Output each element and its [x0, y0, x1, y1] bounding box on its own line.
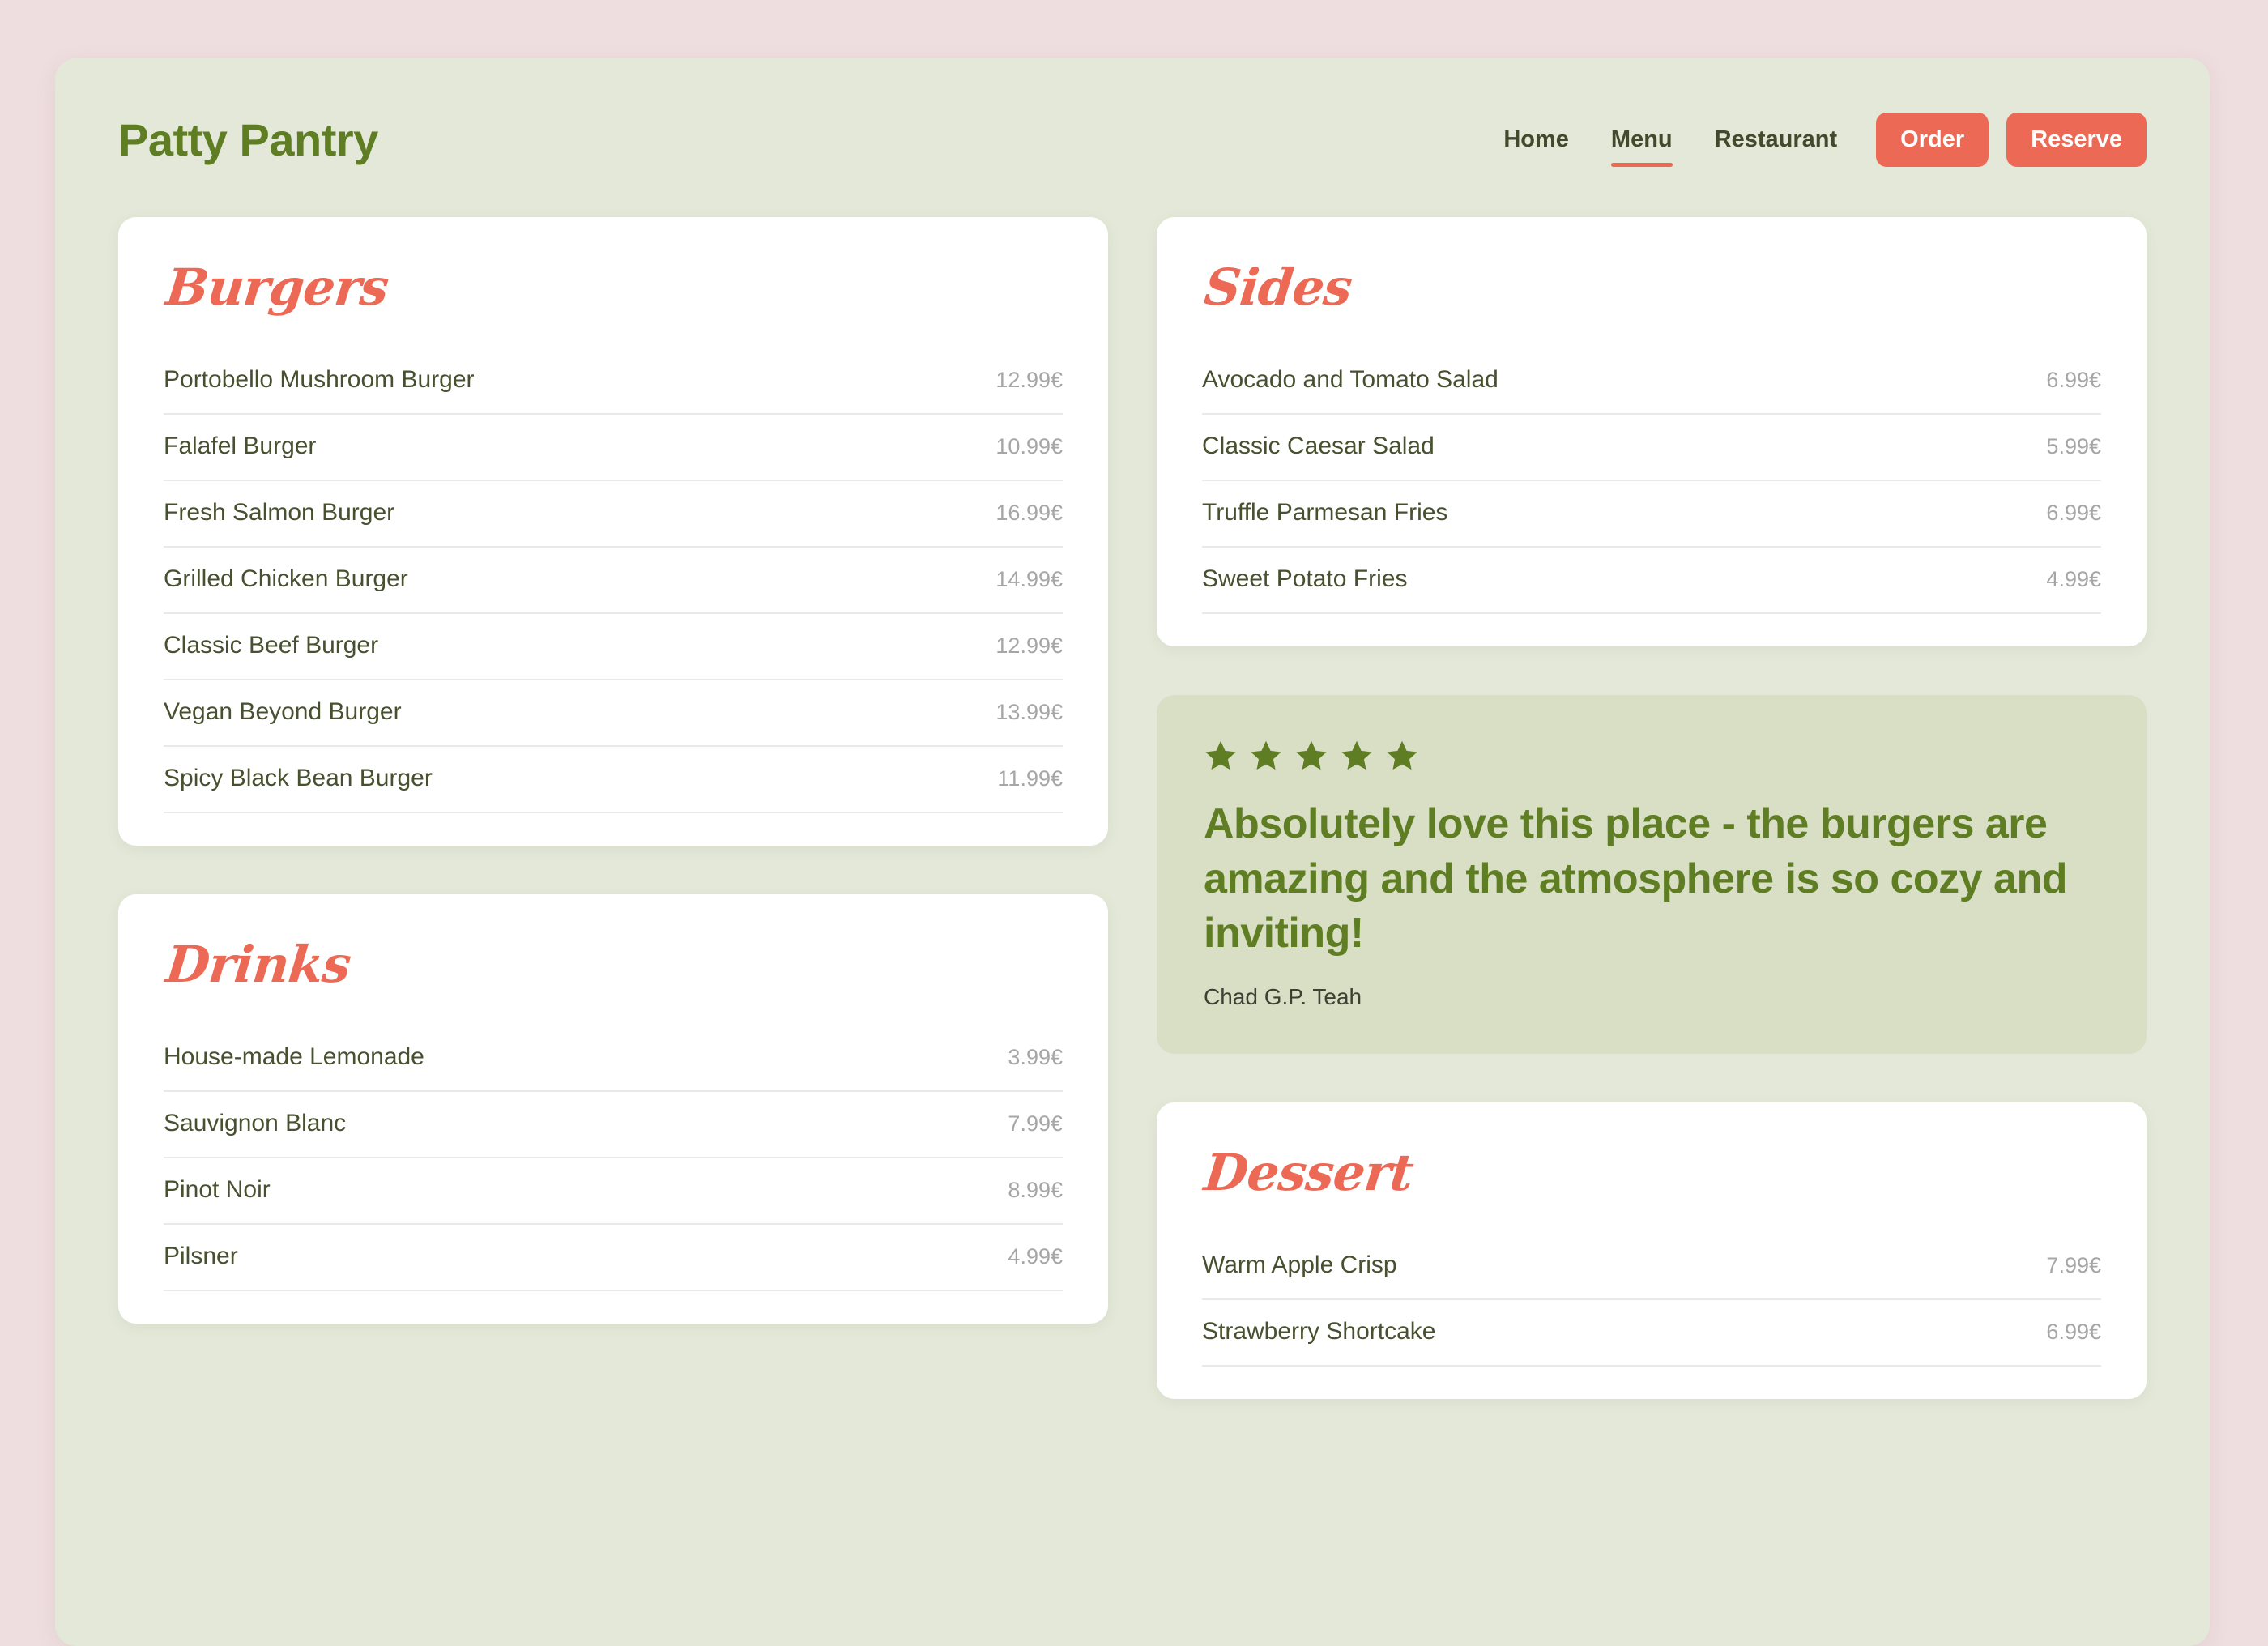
star-icon [1249, 739, 1283, 773]
main-navigation: Home Menu Restaurant Order Reserve [1482, 113, 2146, 167]
item-name: Classic Caesar Salad [1202, 433, 1435, 460]
item-name: Pinot Noir [164, 1176, 271, 1204]
item-price: 13.99€ [995, 700, 1063, 725]
section-title-drinks: Drinks [164, 940, 352, 990]
nav-link-home[interactable]: Home [1482, 120, 1590, 160]
section-title-dessert: Dessert [1202, 1148, 1415, 1198]
item-name: Truffle Parmesan Fries [1202, 499, 1447, 527]
star-icon [1385, 739, 1419, 773]
nav-link-menu[interactable]: Menu [1590, 120, 1694, 160]
item-price: 7.99€ [1008, 1111, 1063, 1136]
item-name: Strawberry Shortcake [1202, 1318, 1435, 1345]
section-title-burgers: Burgers [164, 262, 390, 313]
item-price: 11.99€ [997, 766, 1063, 791]
item-price: 14.99€ [995, 567, 1063, 592]
item-price: 4.99€ [2046, 567, 2101, 592]
table-row[interactable]: Vegan Beyond Burger 13.99€ [164, 680, 1063, 747]
right-column: Sides Avocado and Tomato Salad 6.99€ Cla… [1157, 217, 2146, 1399]
table-row[interactable]: Portobello Mushroom Burger 12.99€ [164, 348, 1063, 415]
table-row[interactable]: Grilled Chicken Burger 14.99€ [164, 548, 1063, 614]
left-column: Burgers Portobello Mushroom Burger 12.99… [118, 217, 1108, 1399]
item-price: 16.99€ [995, 501, 1063, 526]
rating-stars [1204, 739, 2100, 773]
table-row[interactable]: Warm Apple Crisp 7.99€ [1202, 1234, 2101, 1300]
table-row[interactable]: Fresh Salmon Burger 16.99€ [164, 481, 1063, 548]
reserve-button[interactable]: Reserve [2006, 113, 2146, 167]
item-price: 4.99€ [1008, 1244, 1063, 1269]
table-row[interactable]: Truffle Parmesan Fries 6.99€ [1202, 481, 2101, 548]
table-row[interactable]: Sweet Potato Fries 4.99€ [1202, 548, 2101, 614]
testimonial-card: Absolutely love this place - the burgers… [1157, 695, 2146, 1054]
table-row[interactable]: Pinot Noir 8.99€ [164, 1158, 1063, 1225]
testimonial-quote: Absolutely love this place - the burgers… [1204, 797, 2100, 962]
menu-card-drinks: Drinks House-made Lemonade 3.99€ Sauvign… [118, 894, 1108, 1324]
table-row[interactable]: House-made Lemonade 3.99€ [164, 1026, 1063, 1092]
page-shell: Patty Pantry Home Menu Restaurant Order … [55, 58, 2210, 1646]
table-row[interactable]: Falafel Burger 10.99€ [164, 415, 1063, 481]
item-price: 6.99€ [2046, 1320, 2101, 1345]
item-name: Vegan Beyond Burger [164, 698, 402, 726]
item-price: 10.99€ [995, 434, 1063, 459]
item-name: Sauvignon Blanc [164, 1110, 346, 1137]
item-name: Warm Apple Crisp [1202, 1252, 1397, 1279]
table-row[interactable]: Pilsner 4.99€ [164, 1225, 1063, 1291]
item-name: Sweet Potato Fries [1202, 565, 1407, 593]
table-row[interactable]: Spicy Black Bean Burger 11.99€ [164, 747, 1063, 813]
item-price: 12.99€ [995, 633, 1063, 659]
item-price: 12.99€ [995, 368, 1063, 393]
item-price: 6.99€ [2046, 368, 2101, 393]
site-header: Patty Pantry Home Menu Restaurant Order … [55, 58, 2210, 220]
table-row[interactable]: Strawberry Shortcake 6.99€ [1202, 1300, 2101, 1367]
item-name: Spicy Black Bean Burger [164, 765, 433, 792]
item-name: Fresh Salmon Burger [164, 499, 394, 527]
item-price: 7.99€ [2046, 1253, 2101, 1278]
section-title-sides: Sides [1202, 262, 1354, 313]
item-name: Falafel Burger [164, 433, 316, 460]
item-name: Avocado and Tomato Salad [1202, 366, 1498, 394]
item-price: 3.99€ [1008, 1045, 1063, 1070]
item-name: House-made Lemonade [164, 1043, 424, 1071]
item-name: Pilsner [164, 1243, 238, 1270]
star-icon [1204, 739, 1238, 773]
table-row[interactable]: Avocado and Tomato Salad 6.99€ [1202, 348, 2101, 415]
table-row[interactable]: Classic Beef Burger 12.99€ [164, 614, 1063, 680]
item-price: 6.99€ [2046, 501, 2101, 526]
star-icon [1340, 739, 1374, 773]
item-name: Portobello Mushroom Burger [164, 366, 475, 394]
item-name: Classic Beef Burger [164, 632, 378, 659]
menu-card-burgers: Burgers Portobello Mushroom Burger 12.99… [118, 217, 1108, 846]
item-name: Grilled Chicken Burger [164, 565, 408, 593]
table-row[interactable]: Sauvignon Blanc 7.99€ [164, 1092, 1063, 1158]
table-row[interactable]: Classic Caesar Salad 5.99€ [1202, 415, 2101, 481]
item-price: 8.99€ [1008, 1178, 1063, 1203]
item-price: 5.99€ [2046, 434, 2101, 459]
brand-logo[interactable]: Patty Pantry [118, 113, 378, 166]
menu-card-sides: Sides Avocado and Tomato Salad 6.99€ Cla… [1157, 217, 2146, 646]
order-button[interactable]: Order [1876, 113, 1989, 167]
menu-card-dessert: Dessert Warm Apple Crisp 7.99€ Strawberr… [1157, 1102, 2146, 1399]
menu-columns: Burgers Portobello Mushroom Burger 12.99… [118, 217, 2146, 1399]
testimonial-author: Chad G.P. Teah [1204, 984, 2100, 1010]
star-icon [1294, 739, 1328, 773]
nav-link-restaurant[interactable]: Restaurant [1694, 120, 1859, 160]
